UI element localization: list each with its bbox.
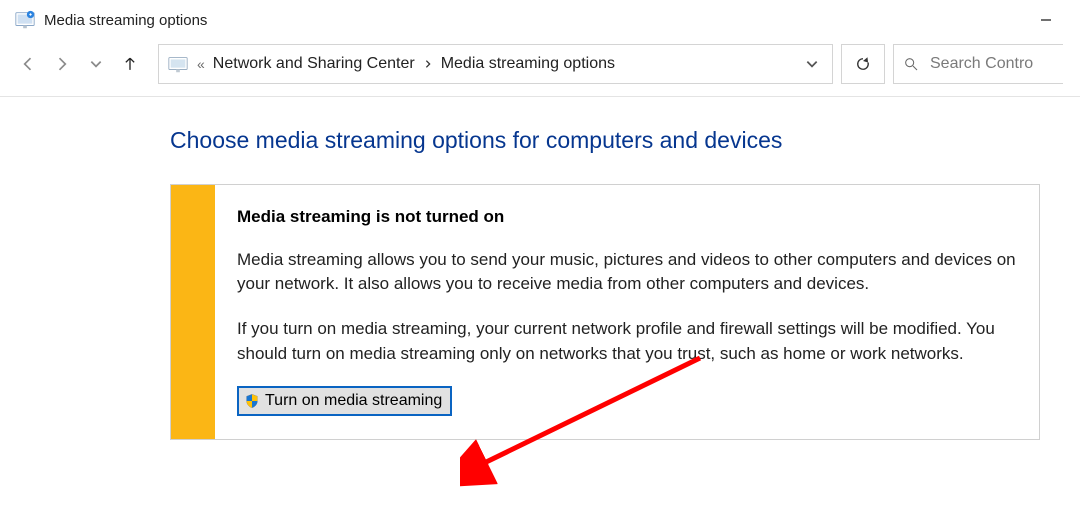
breadcrumb-segment[interactable]: Media streaming options bbox=[441, 55, 615, 73]
info-panel: Media streaming is not turned on Media s… bbox=[170, 184, 1040, 440]
nav-arrows bbox=[14, 50, 144, 78]
window-title: Media streaming options bbox=[44, 12, 207, 29]
breadcrumb-prefix: « bbox=[195, 56, 207, 72]
accent-strip bbox=[171, 185, 215, 439]
chevron-right-icon[interactable] bbox=[421, 56, 435, 72]
minimize-button[interactable] bbox=[1032, 8, 1060, 32]
turn-on-media-streaming-button[interactable]: Turn on media streaming bbox=[237, 386, 452, 416]
up-button[interactable] bbox=[116, 50, 144, 78]
panel-paragraph: If you turn on media streaming, your cur… bbox=[237, 317, 1017, 366]
app-icon bbox=[14, 9, 36, 31]
forward-button[interactable] bbox=[48, 50, 76, 78]
panel-title: Media streaming is not turned on bbox=[237, 205, 1017, 230]
panel-paragraph: Media streaming allows you to send your … bbox=[237, 248, 1017, 297]
search-icon bbox=[902, 55, 920, 73]
content-area: Choose media streaming options for compu… bbox=[0, 97, 1080, 440]
search-placeholder: Search Contro bbox=[930, 55, 1033, 73]
nav-row: « Network and Sharing Center Media strea… bbox=[0, 36, 1080, 97]
search-input[interactable]: Search Contro bbox=[893, 44, 1063, 84]
button-label: Turn on media streaming bbox=[265, 392, 442, 410]
uac-shield-icon bbox=[243, 392, 261, 410]
title-bar: Media streaming options bbox=[0, 0, 1080, 36]
address-bar[interactable]: « Network and Sharing Center Media strea… bbox=[158, 44, 833, 84]
panel-body: Media streaming is not turned on Media s… bbox=[215, 185, 1039, 439]
window-controls bbox=[1032, 8, 1070, 32]
location-icon bbox=[167, 53, 189, 75]
breadcrumb-segment[interactable]: Network and Sharing Center bbox=[213, 55, 415, 73]
address-dropdown-button[interactable] bbox=[798, 46, 826, 82]
page-heading: Choose media streaming options for compu… bbox=[170, 127, 1080, 154]
back-button[interactable] bbox=[14, 50, 42, 78]
refresh-button[interactable] bbox=[841, 44, 885, 84]
recent-locations-button[interactable] bbox=[82, 50, 110, 78]
